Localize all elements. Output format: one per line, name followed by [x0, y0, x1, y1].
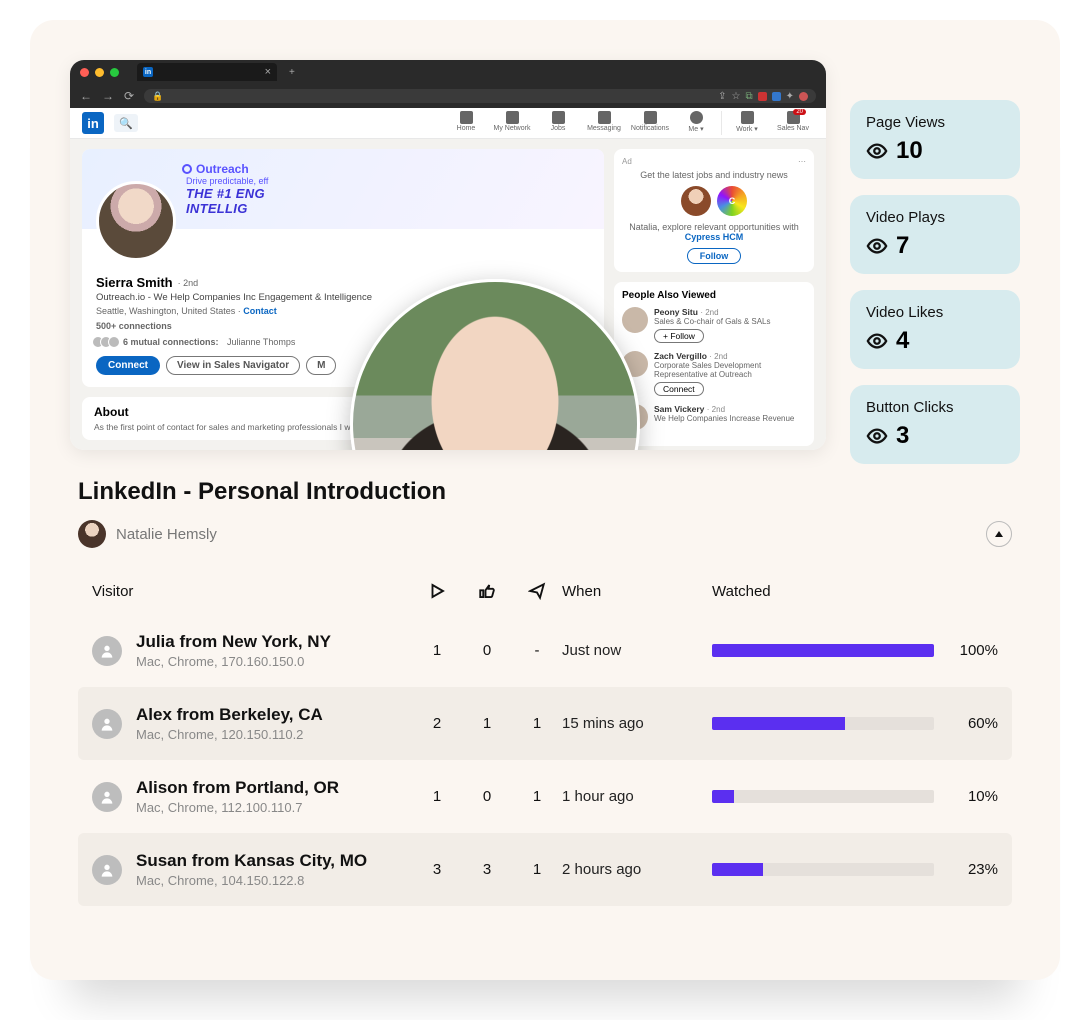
visitor-meta: Mac, Chrome, 112.100.110.7 — [136, 800, 339, 815]
close-tab-icon[interactable]: × — [265, 66, 271, 78]
forward-icon[interactable]: → — [102, 89, 114, 103]
visitor-avatar-icon — [92, 636, 122, 666]
visitor-when: 1 hour ago — [562, 788, 712, 805]
table-header: Visitor When Watched — [78, 582, 1012, 614]
visitor-row[interactable]: Julia from New York, NY Mac, Chrome, 170… — [78, 614, 1012, 687]
visitor-name: Alex from Berkeley, CA — [136, 705, 323, 725]
ad-heading: Get the latest jobs and industry news — [622, 170, 806, 180]
connect-button[interactable]: Connect — [96, 356, 160, 375]
li-nav-sales-nav[interactable]: Sales Nav20 — [772, 111, 814, 135]
analytics-card: in × + ← → ⟳ 🔒 ⇪☆⧉ — [30, 20, 1060, 980]
linkedin-search[interactable]: 🔍 — [114, 114, 138, 132]
visitor-plays: 1 — [412, 788, 462, 805]
visitor-likes: 0 — [462, 788, 512, 805]
pav-avatar — [622, 307, 648, 333]
visitor-clicks: 1 — [512, 861, 562, 878]
author-name: Natalie Hemsly — [116, 526, 217, 543]
visitor-meta: Mac, Chrome, 104.150.122.8 — [136, 873, 367, 888]
li-nav-me-[interactable]: Me ▾ — [675, 111, 717, 135]
banner-brand: Outreach — [182, 162, 268, 176]
visitor-watched: 10% — [712, 788, 998, 805]
window-max-icon[interactable] — [110, 68, 119, 77]
window-close-icon[interactable] — [80, 68, 89, 77]
plays-icon — [412, 582, 462, 600]
visitor-meta: Mac, Chrome, 120.150.110.2 — [136, 727, 323, 742]
li-nav-home[interactable]: Home — [445, 111, 487, 135]
visitor-plays: 1 — [412, 642, 462, 659]
li-nav-jobs[interactable]: Jobs — [537, 111, 579, 135]
visitor-likes: 0 — [462, 642, 512, 659]
li-nav-work-[interactable]: Work ▾ — [726, 111, 768, 135]
visitor-clicks: 1 — [512, 715, 562, 732]
visitor-row[interactable]: Susan from Kansas City, MO Mac, Chrome, … — [78, 833, 1012, 906]
lock-icon: 🔒 — [152, 91, 163, 102]
visitor-likes: 3 — [462, 861, 512, 878]
visitor-clicks: - — [512, 642, 562, 659]
visitor-when: Just now — [562, 642, 712, 659]
visitor-row[interactable]: Alison from Portland, OR Mac, Chrome, 11… — [78, 760, 1012, 833]
collapse-toggle[interactable] — [986, 521, 1012, 547]
reload-icon[interactable]: ⟳ — [124, 89, 134, 103]
visitor-watched: 60% — [712, 715, 998, 732]
ad-avatar — [681, 186, 711, 216]
linkedin-preview: in × + ← → ⟳ 🔒 ⇪☆⧉ — [70, 60, 826, 450]
stat-page-views: Page Views10 — [850, 100, 1020, 179]
visitor-name: Julia from New York, NY — [136, 632, 331, 652]
linkedin-logo-icon[interactable]: in — [82, 112, 104, 134]
stat-video-likes: Video Likes4 — [850, 290, 1020, 369]
li-nav-notifications[interactable]: Notifications — [629, 111, 671, 135]
profile-avatar[interactable] — [96, 181, 176, 261]
stat-video-plays: Video Plays7 — [850, 195, 1020, 274]
pav-row[interactable]: Zach Vergillo · 2ndCorporate Sales Devel… — [622, 351, 806, 396]
more-button[interactable]: M — [306, 356, 336, 375]
ad-card[interactable]: Ad⋯ Get the latest jobs and industry new… — [614, 149, 814, 272]
pav-row[interactable]: Sam Vickery · 2ndWe Help Companies Incre… — [622, 404, 806, 430]
profile-name: Sierra Smith — [96, 275, 173, 290]
banner-headline: THE #1 ENG INTELLIG — [186, 186, 268, 216]
ad-menu-icon[interactable]: ⋯ — [798, 157, 806, 166]
address-bar[interactable]: 🔒 ⇪☆⧉ ✦ — [144, 89, 816, 103]
banner-subtitle: Drive predictable, eff — [186, 176, 268, 186]
clicks-icon — [512, 582, 562, 600]
visitor-when: 2 hours ago — [562, 861, 712, 878]
likes-icon — [462, 582, 512, 600]
visitor-row[interactable]: Alex from Berkeley, CA Mac, Chrome, 120.… — [78, 687, 1012, 760]
visitor-plays: 2 — [412, 715, 462, 732]
contact-info-link[interactable]: Contact — [243, 306, 277, 316]
pav-action-button[interactable]: Connect — [654, 382, 704, 396]
people-also-viewed: People Also Viewed Peony Situ · 2ndSales… — [614, 282, 814, 446]
visitor-name: Alison from Portland, OR — [136, 778, 339, 798]
visitor-watched: 100% — [712, 642, 998, 659]
ad-follow-button[interactable]: Follow — [687, 248, 742, 264]
back-icon[interactable]: ← — [80, 89, 92, 103]
pav-action-button[interactable]: + Follow — [654, 329, 704, 343]
pav-row[interactable]: Peony Situ · 2ndSales & Co-chair of Gals… — [622, 307, 806, 343]
visitor-likes: 1 — [462, 715, 512, 732]
visitor-avatar-icon — [92, 782, 122, 812]
ad-body: Natalia, explore relevant opportunities … — [622, 222, 806, 242]
ad-company-icon: C — [717, 186, 747, 216]
linkedin-navbar: in 🔍 HomeMy NetworkJobsMessagingNotifica… — [70, 108, 826, 139]
li-nav-messaging[interactable]: Messaging — [583, 111, 625, 135]
visitor-watched: 23% — [712, 861, 998, 878]
browser-tab[interactable]: in × — [137, 63, 277, 81]
visitor-plays: 3 — [412, 861, 462, 878]
author-avatar[interactable] — [78, 520, 106, 548]
li-nav-my-network[interactable]: My Network — [491, 111, 533, 135]
visitor-avatar-icon — [92, 709, 122, 739]
view-in-sales-nav-button[interactable]: View in Sales Navigator — [166, 356, 300, 375]
visitor-avatar-icon — [92, 855, 122, 885]
visitor-when: 15 mins ago — [562, 715, 712, 732]
pav-heading: People Also Viewed — [622, 290, 806, 301]
visitor-clicks: 1 — [512, 788, 562, 805]
page-title: LinkedIn - Personal Introduction — [78, 478, 1012, 506]
visitor-meta: Mac, Chrome, 170.160.150.0 — [136, 654, 331, 669]
visitor-name: Susan from Kansas City, MO — [136, 851, 367, 871]
new-tab-icon[interactable]: + — [289, 67, 295, 78]
window-min-icon[interactable] — [95, 68, 104, 77]
stat-button-clicks: Button Clicks3 — [850, 385, 1020, 464]
